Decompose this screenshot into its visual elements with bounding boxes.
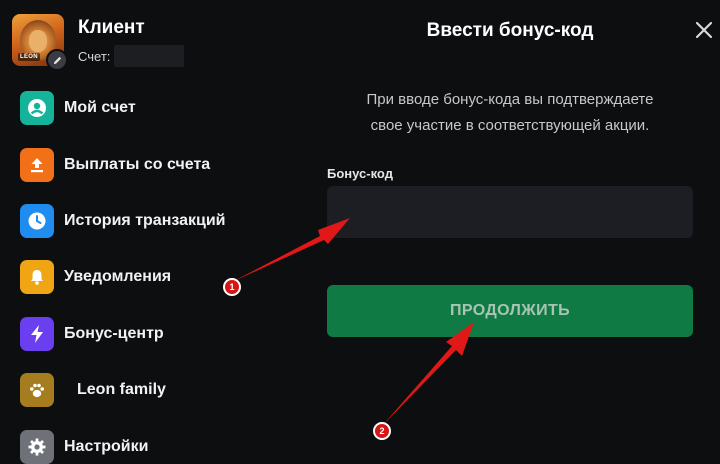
close-button[interactable] (692, 18, 716, 42)
gear-icon (20, 430, 54, 464)
bell-icon (20, 260, 54, 294)
profile-card: LEON Клиент Счет: (12, 14, 292, 71)
dialog-title: Ввести бонус-код (426, 20, 594, 41)
user-circle-icon (20, 91, 54, 125)
bonus-info-text: При вводе бонус-кода вы подтверждаете св… (327, 87, 693, 139)
sidebar-item-transactions[interactable]: История транзакций (20, 204, 290, 238)
profile-name: Клиент (78, 17, 145, 38)
bonus-code-input[interactable] (327, 186, 693, 238)
continue-button[interactable]: ПРОДОЛЖИТЬ (327, 285, 693, 337)
lightning-icon (20, 317, 54, 351)
edit-avatar-button[interactable] (46, 49, 68, 71)
info-line: свое участие в соответствующей акции. (370, 117, 650, 134)
sidebar-item-settings[interactable]: Настройки (20, 430, 290, 464)
bonus-code-label: Бонус-код (327, 166, 393, 181)
annotation-arrow-2 (382, 322, 474, 426)
avatar-logo-tag: LEON (18, 53, 40, 61)
lion-face (29, 30, 47, 52)
sidebar-item-my-account[interactable]: Мой счет (20, 91, 290, 125)
account-number: Счет: (78, 45, 185, 67)
pencil-icon (53, 56, 61, 64)
sidebar-item-leon-family[interactable]: Leon family (20, 373, 290, 407)
clock-icon (20, 204, 54, 238)
sidebar-item-label: Выплаты со счета (64, 156, 211, 173)
sidebar-item-label: Мой счет (64, 99, 136, 116)
sidebar-item-withdrawals[interactable]: Выплаты со счета (20, 148, 290, 182)
annotation-marker-2: 2 (373, 422, 391, 440)
sidebar-item-label: Leon family (77, 381, 166, 398)
sidebar-item-notifications[interactable]: Уведомления (20, 260, 290, 294)
info-line: При вводе бонус-кода вы подтверждаете (366, 91, 654, 108)
sidebar-item-bonus-center[interactable]: Бонус-центр (20, 317, 290, 351)
sidebar-item-label: Бонус-центр (64, 325, 164, 342)
close-icon (695, 21, 713, 39)
paw-icon (20, 373, 54, 407)
sidebar-item-label: Уведомления (64, 268, 172, 285)
sidebar-item-label: Настройки (64, 438, 149, 455)
account-label: Счет: (78, 48, 111, 64)
upload-icon (20, 148, 54, 182)
sidebar: LEON Клиент Счет: Мой счет Выплаты со сч… (0, 0, 300, 464)
sidebar-item-label: История транзакций (64, 212, 226, 229)
annotation-marker-1: 1 (223, 278, 241, 296)
account-value-masked (114, 45, 185, 67)
